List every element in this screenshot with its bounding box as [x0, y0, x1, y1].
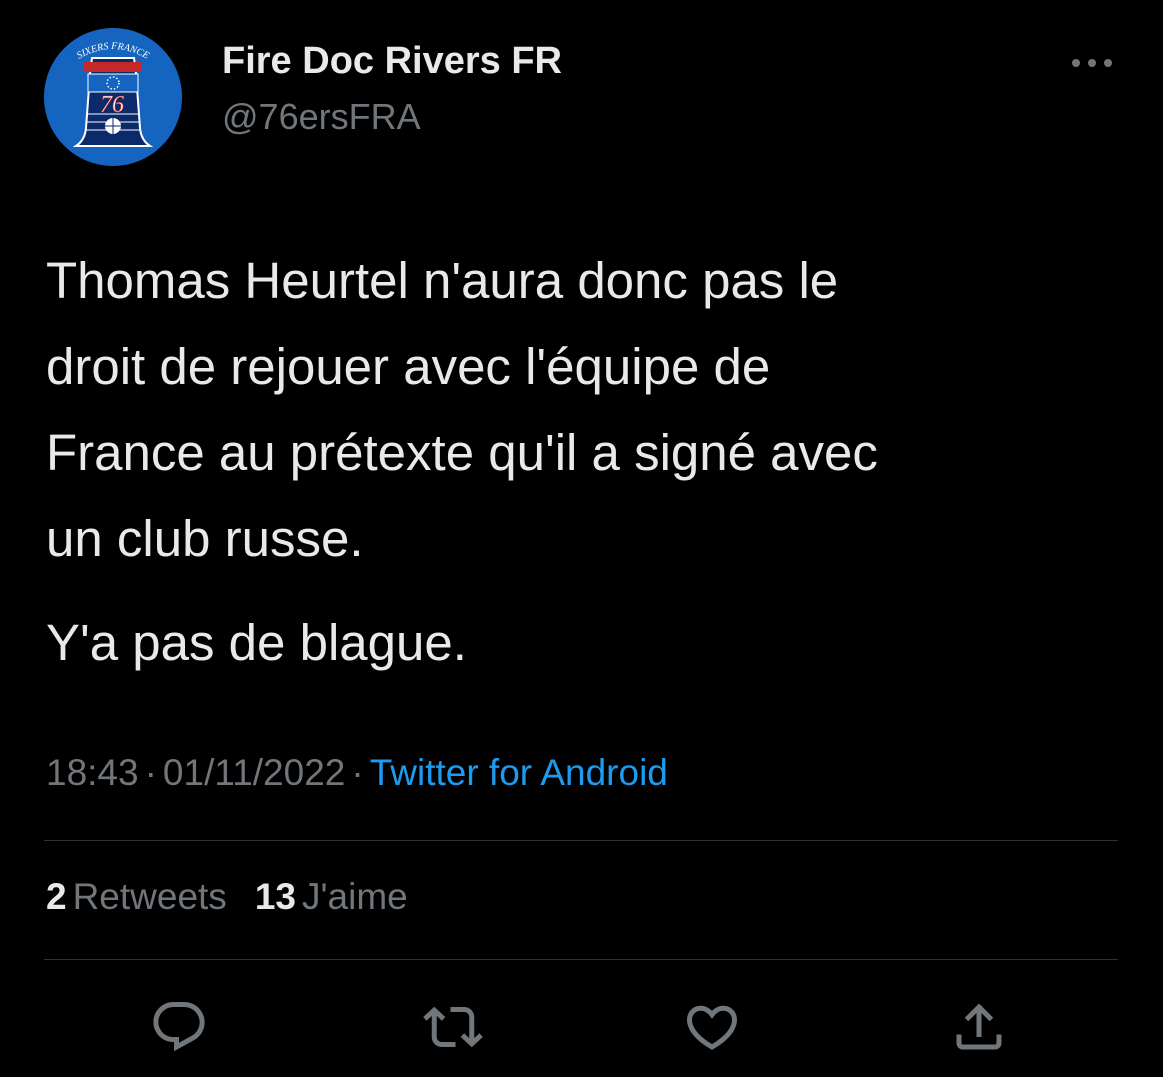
tweet-meta: 18:43 · 01/11/2022 · Twitter for Android — [46, 752, 668, 794]
retweet-icon — [423, 1006, 483, 1048]
avatar[interactable]: SIXERS FRANCE 76 — [44, 28, 182, 166]
meta-separator: · — [351, 752, 364, 793]
more-options-button[interactable] — [1068, 50, 1116, 76]
tweet-paragraph: Thomas Heurtel n'aura donc pas le droit … — [46, 252, 878, 567]
tweet-date[interactable]: 01/11/2022 — [163, 752, 345, 793]
likes-count: 13 — [254, 876, 296, 917]
retweets-count: 2 — [46, 876, 67, 917]
share-button[interactable] — [944, 992, 1014, 1062]
tweet-source-link[interactable]: Twitter for Android — [370, 752, 668, 793]
likes-stat[interactable]: 13 J'aime — [255, 876, 408, 917]
more-horizontal-icon — [1072, 59, 1112, 67]
tweet-stats: 2 Retweets 13 J'aime — [46, 876, 436, 918]
divider — [44, 959, 1118, 960]
retweet-button[interactable] — [418, 992, 488, 1062]
retweets-label: Retweets — [72, 876, 227, 917]
user-handle[interactable]: @76ersFRA — [222, 96, 421, 138]
sixers-logo: SIXERS FRANCE 76 — [44, 28, 182, 166]
tweet-detail: SIXERS FRANCE 76 Fire Doc Rivers FR @76e… — [0, 0, 1163, 1077]
action-bar — [0, 992, 1163, 1062]
likes-label: J'aime — [301, 876, 408, 917]
meta-separator: · — [144, 752, 157, 793]
tweet-text: Thomas Heurtel n'aura donc pas le droit … — [46, 238, 1126, 686]
tweet-time[interactable]: 18:43 — [46, 752, 139, 793]
divider — [44, 840, 1118, 841]
reply-button[interactable] — [144, 992, 214, 1062]
retweets-stat[interactable]: 2 Retweets — [46, 876, 227, 917]
like-icon — [686, 1005, 738, 1050]
reply-icon — [153, 1002, 205, 1052]
share-icon — [956, 1003, 1002, 1050]
display-name[interactable]: Fire Doc Rivers FR — [222, 40, 562, 83]
avatar-logo-number: 76 — [100, 92, 124, 118]
tweet-paragraph: Y'a pas de blague. — [46, 614, 467, 671]
like-button[interactable] — [677, 992, 747, 1062]
